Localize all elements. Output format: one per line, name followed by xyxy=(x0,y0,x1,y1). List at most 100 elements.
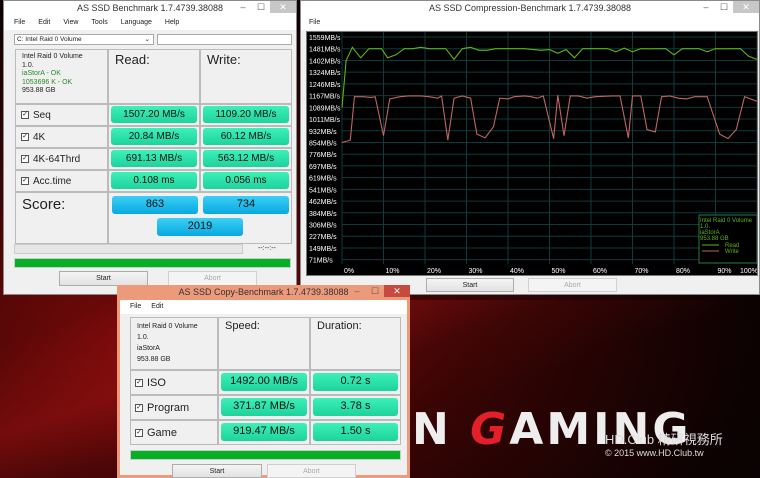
data-point-read xyxy=(715,48,716,50)
menu-file[interactable]: File xyxy=(309,19,320,27)
checkbox[interactable]: ✓ xyxy=(21,133,29,141)
y-tick-label: 1324MB/s xyxy=(309,70,341,77)
copy-row-label[interactable]: ✓ Program xyxy=(130,395,218,420)
data-point-write xyxy=(654,131,656,133)
data-point-write xyxy=(470,97,472,99)
y-tick-label: 1481MB/s xyxy=(309,47,341,54)
checkbox[interactable]: ✓ xyxy=(135,403,143,412)
minimize-button[interactable]: – xyxy=(234,1,252,13)
maximize-button[interactable]: ☐ xyxy=(366,285,384,297)
data-point-read xyxy=(598,48,600,50)
checkbox[interactable]: ✓ xyxy=(21,177,29,185)
data-point-read xyxy=(470,46,472,48)
read-value: 691.13 MB/s xyxy=(111,150,197,167)
data-point-read xyxy=(540,49,542,51)
close-button[interactable]: ✕ xyxy=(270,1,296,13)
y-tick-label: 1246MB/s xyxy=(309,82,341,89)
score-total: 2019 xyxy=(157,218,243,236)
x-tick-label: 30% xyxy=(469,268,483,275)
data-point-write xyxy=(530,96,532,98)
data-point-write xyxy=(619,95,621,97)
data-point-write xyxy=(484,137,486,139)
menu-file[interactable]: File xyxy=(14,19,25,27)
score-read: 863 xyxy=(112,196,198,214)
write-value: 60.12 MB/s xyxy=(203,128,289,145)
abort-button[interactable]: Abort xyxy=(528,278,617,292)
y-tick-label: 776MB/s xyxy=(309,152,337,159)
copy-row-label[interactable]: ✓ Game xyxy=(130,420,218,445)
menu-edit[interactable]: Edit xyxy=(38,19,50,27)
data-point-write xyxy=(646,129,648,131)
data-point-write xyxy=(408,95,409,97)
drive-select[interactable]: C: Intel Raid 0 Volume ⌄ xyxy=(14,34,154,45)
write-header: Write: xyxy=(200,49,292,104)
test-row-label[interactable]: ✓ Seq xyxy=(15,104,108,126)
y-tick-label: 697MB/s xyxy=(309,164,337,171)
abort-button[interactable]: Abort xyxy=(168,271,257,286)
data-point-read xyxy=(507,48,509,50)
menu-view[interactable]: View xyxy=(63,19,78,27)
data-point-write xyxy=(383,135,384,137)
title-bar: AS SSD Compression-Benchmark 1.7.4739.38… xyxy=(301,1,759,16)
window-title: AS SSD Benchmark 1.7.4739.38088 xyxy=(76,3,224,13)
start-button[interactable]: Start xyxy=(172,464,262,478)
copy-row-label[interactable]: ✓ ISO xyxy=(130,370,218,395)
checkbox[interactable]: ✓ xyxy=(135,378,143,387)
data-point-write xyxy=(563,135,565,137)
data-point-write xyxy=(524,95,525,97)
minimize-button[interactable]: – xyxy=(348,285,366,297)
data-point-write xyxy=(420,95,422,97)
x-tick-label: 60% xyxy=(593,268,607,275)
data-point-write xyxy=(557,94,559,96)
abort-button[interactable]: Abort xyxy=(267,464,356,478)
test-row-label[interactable]: ✓ 4K xyxy=(15,126,108,148)
compression-chart: 1559MB/s 1481MB/s 1402MB/s 1324MB/s 1246MB/s… xyxy=(306,31,758,276)
checkbox[interactable]: ✓ xyxy=(21,155,29,163)
data-point-write xyxy=(706,96,708,98)
y-tick-label: 854MB/s xyxy=(309,140,337,147)
maximize-button[interactable]: ☐ xyxy=(252,1,270,13)
data-point-read xyxy=(495,48,496,50)
data-point-write xyxy=(756,100,757,102)
data-point-write xyxy=(694,96,696,98)
close-button[interactable]: ✕ xyxy=(733,1,759,13)
checkbox[interactable]: ✓ xyxy=(21,111,29,119)
start-button[interactable]: Start xyxy=(426,278,514,292)
start-button[interactable]: Start xyxy=(59,271,148,286)
maximize-button[interactable]: ☐ xyxy=(715,1,733,13)
data-point-read xyxy=(445,48,447,50)
data-point-write xyxy=(627,137,629,139)
test-row-label[interactable]: ✓ Acc.time xyxy=(15,170,108,192)
test-progress-bar xyxy=(14,244,243,254)
data-point-write xyxy=(735,129,737,131)
y-tick-label: 149MB/s xyxy=(309,246,337,253)
data-point-read xyxy=(723,48,725,50)
drive-info: Intel Raid 0 Volume 1.0. iaStorA 953.88 GB xyxy=(130,317,218,370)
test-row-label[interactable]: ✓ 4K-64Thrd xyxy=(15,148,108,170)
data-point-write xyxy=(632,95,633,97)
data-point-read xyxy=(381,48,382,50)
menu-tools[interactable]: Tools xyxy=(91,19,107,27)
search-input[interactable] xyxy=(157,34,292,45)
y-tick-label: 384MB/s xyxy=(309,211,337,218)
menu-file[interactable]: File xyxy=(130,303,141,311)
checkbox[interactable]: ✓ xyxy=(135,428,143,437)
data-point-read xyxy=(640,48,642,50)
elapsed-time: --:--:-- xyxy=(258,245,276,252)
menu-help[interactable]: Help xyxy=(165,19,179,27)
menu-edit[interactable]: Edit xyxy=(151,303,163,311)
data-point-read xyxy=(461,48,463,50)
data-point-write xyxy=(569,95,571,97)
chevron-down-icon: ⌄ xyxy=(144,36,150,43)
menu-language[interactable]: Language xyxy=(121,19,152,27)
legend-write-label: Write xyxy=(725,249,740,255)
close-button[interactable]: ✕ xyxy=(384,285,410,297)
read-value: 20.84 MB/s xyxy=(111,128,197,145)
data-point-write xyxy=(536,97,538,99)
minimize-button[interactable]: – xyxy=(697,1,715,13)
data-point-read xyxy=(395,54,397,56)
data-point-read xyxy=(731,48,733,50)
legend-info: 953.88 GB xyxy=(700,236,729,242)
data-point-read xyxy=(665,48,667,50)
y-tick-label: 1402MB/s xyxy=(309,58,341,65)
